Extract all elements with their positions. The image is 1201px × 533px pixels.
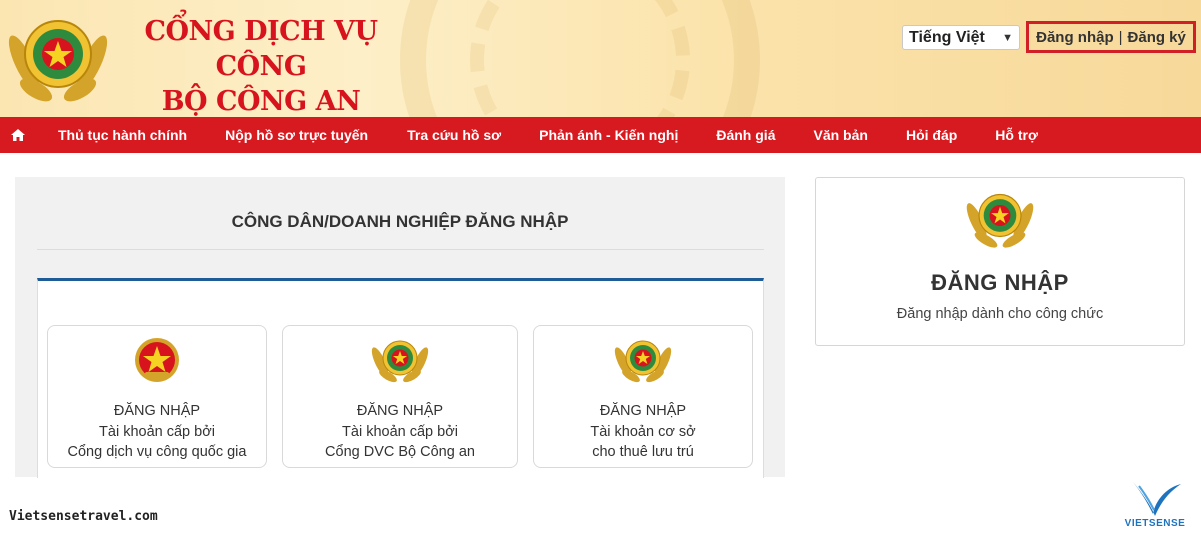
card-line1: ĐĂNG NHẬP (356, 403, 444, 419)
login-link[interactable]: Đăng nhập (1036, 29, 1114, 46)
site-title-line2: BỘ CÔNG AN (161, 86, 361, 117)
police-emblem-icon (613, 336, 673, 389)
auth-separator: | (1118, 28, 1123, 46)
auth-links-box: Đăng nhập | Đăng ký (1026, 21, 1196, 53)
card-line1: ĐĂNG NHẬP (113, 403, 201, 419)
login-card-accommodation[interactable]: ĐĂNG NHẬP Tài khoản cơ sở cho thuê lưu t… (533, 325, 753, 468)
vietsense-wave-icon (1133, 482, 1181, 516)
login-card-national-portal[interactable]: ĐĂNG NHẬP Tài khoản cấp bởi Cổng dịch vụ… (47, 325, 267, 468)
official-login-card[interactable]: ĐĂNG NHẬP Đăng nhập dành cho công chức (815, 177, 1185, 346)
main-nav: Thủ tục hành chính Nộp hồ sơ trực tuyến … (0, 117, 1201, 153)
watermark-url: Vietsensetravel.com (9, 509, 158, 524)
nav-item-feedback[interactable]: Phản ánh - Kiến nghị (539, 127, 678, 143)
watermark-brand: VIETSENSE (1124, 518, 1186, 529)
site-header: CỔNG DỊCH VỤ CÔNG BỘ CÔNG AN Tiếng Việt … (0, 0, 1201, 117)
language-select[interactable]: Tiếng Việt ▼ (902, 25, 1020, 50)
card-line2: Tài khoản cấp bởi (99, 423, 215, 440)
nav-item-procedures[interactable]: Thủ tục hành chính (58, 127, 187, 143)
login-card-police-portal[interactable]: ĐĂNG NHẬP Tài khoản cấp bởi Cổng DVC Bộ … (282, 325, 518, 468)
official-login-subtitle: Đăng nhập dành cho công chức (896, 306, 1104, 322)
home-icon[interactable] (0, 129, 36, 141)
nav-item-evaluation[interactable]: Đánh giá (716, 127, 775, 143)
title-divider (37, 249, 764, 250)
card-line1: ĐĂNG NHẬP (599, 403, 687, 419)
card-line3: Cổng DVC Bộ Công an (325, 444, 475, 460)
card-line2: Tài khoản cấp bởi (342, 423, 458, 440)
language-selected-value: Tiếng Việt (909, 28, 985, 46)
police-emblem-icon (965, 186, 1035, 257)
nav-item-online-submission[interactable]: Nộp hồ sơ trực tuyến (225, 127, 368, 143)
citizen-login-title: CÔNG DÂN/DOANH NGHIỆP ĐĂNG NHẬP (231, 212, 569, 231)
card-line2: Tài khoản cơ sở (590, 423, 696, 440)
site-title-line1: CỔNG DỊCH VỤ CÔNG (144, 16, 378, 82)
police-emblem-icon (370, 336, 430, 389)
chevron-down-icon: ▼ (1002, 31, 1013, 44)
vietsense-logo: VIETSENSE (1118, 478, 1192, 533)
card-line3: cho thuê lưu trú (592, 444, 694, 460)
national-emblem-icon (133, 336, 181, 389)
official-login-title: ĐĂNG NHẬP (931, 270, 1069, 295)
site-title[interactable]: CỔNG DỊCH VỤ CÔNG BỘ CÔNG AN (118, 14, 404, 117)
card-line3: Cổng dịch vụ công quốc gia (67, 444, 247, 460)
register-link[interactable]: Đăng ký (1128, 29, 1186, 46)
nav-item-documents[interactable]: Văn bản (813, 127, 867, 143)
header-drum-pattern-inner (470, 0, 690, 117)
nav-item-faq[interactable]: Hỏi đáp (906, 127, 957, 143)
nav-item-lookup[interactable]: Tra cứu hồ sơ (407, 127, 501, 143)
nav-item-support[interactable]: Hỗ trợ (995, 127, 1038, 143)
police-logo-icon[interactable] (4, 8, 112, 113)
